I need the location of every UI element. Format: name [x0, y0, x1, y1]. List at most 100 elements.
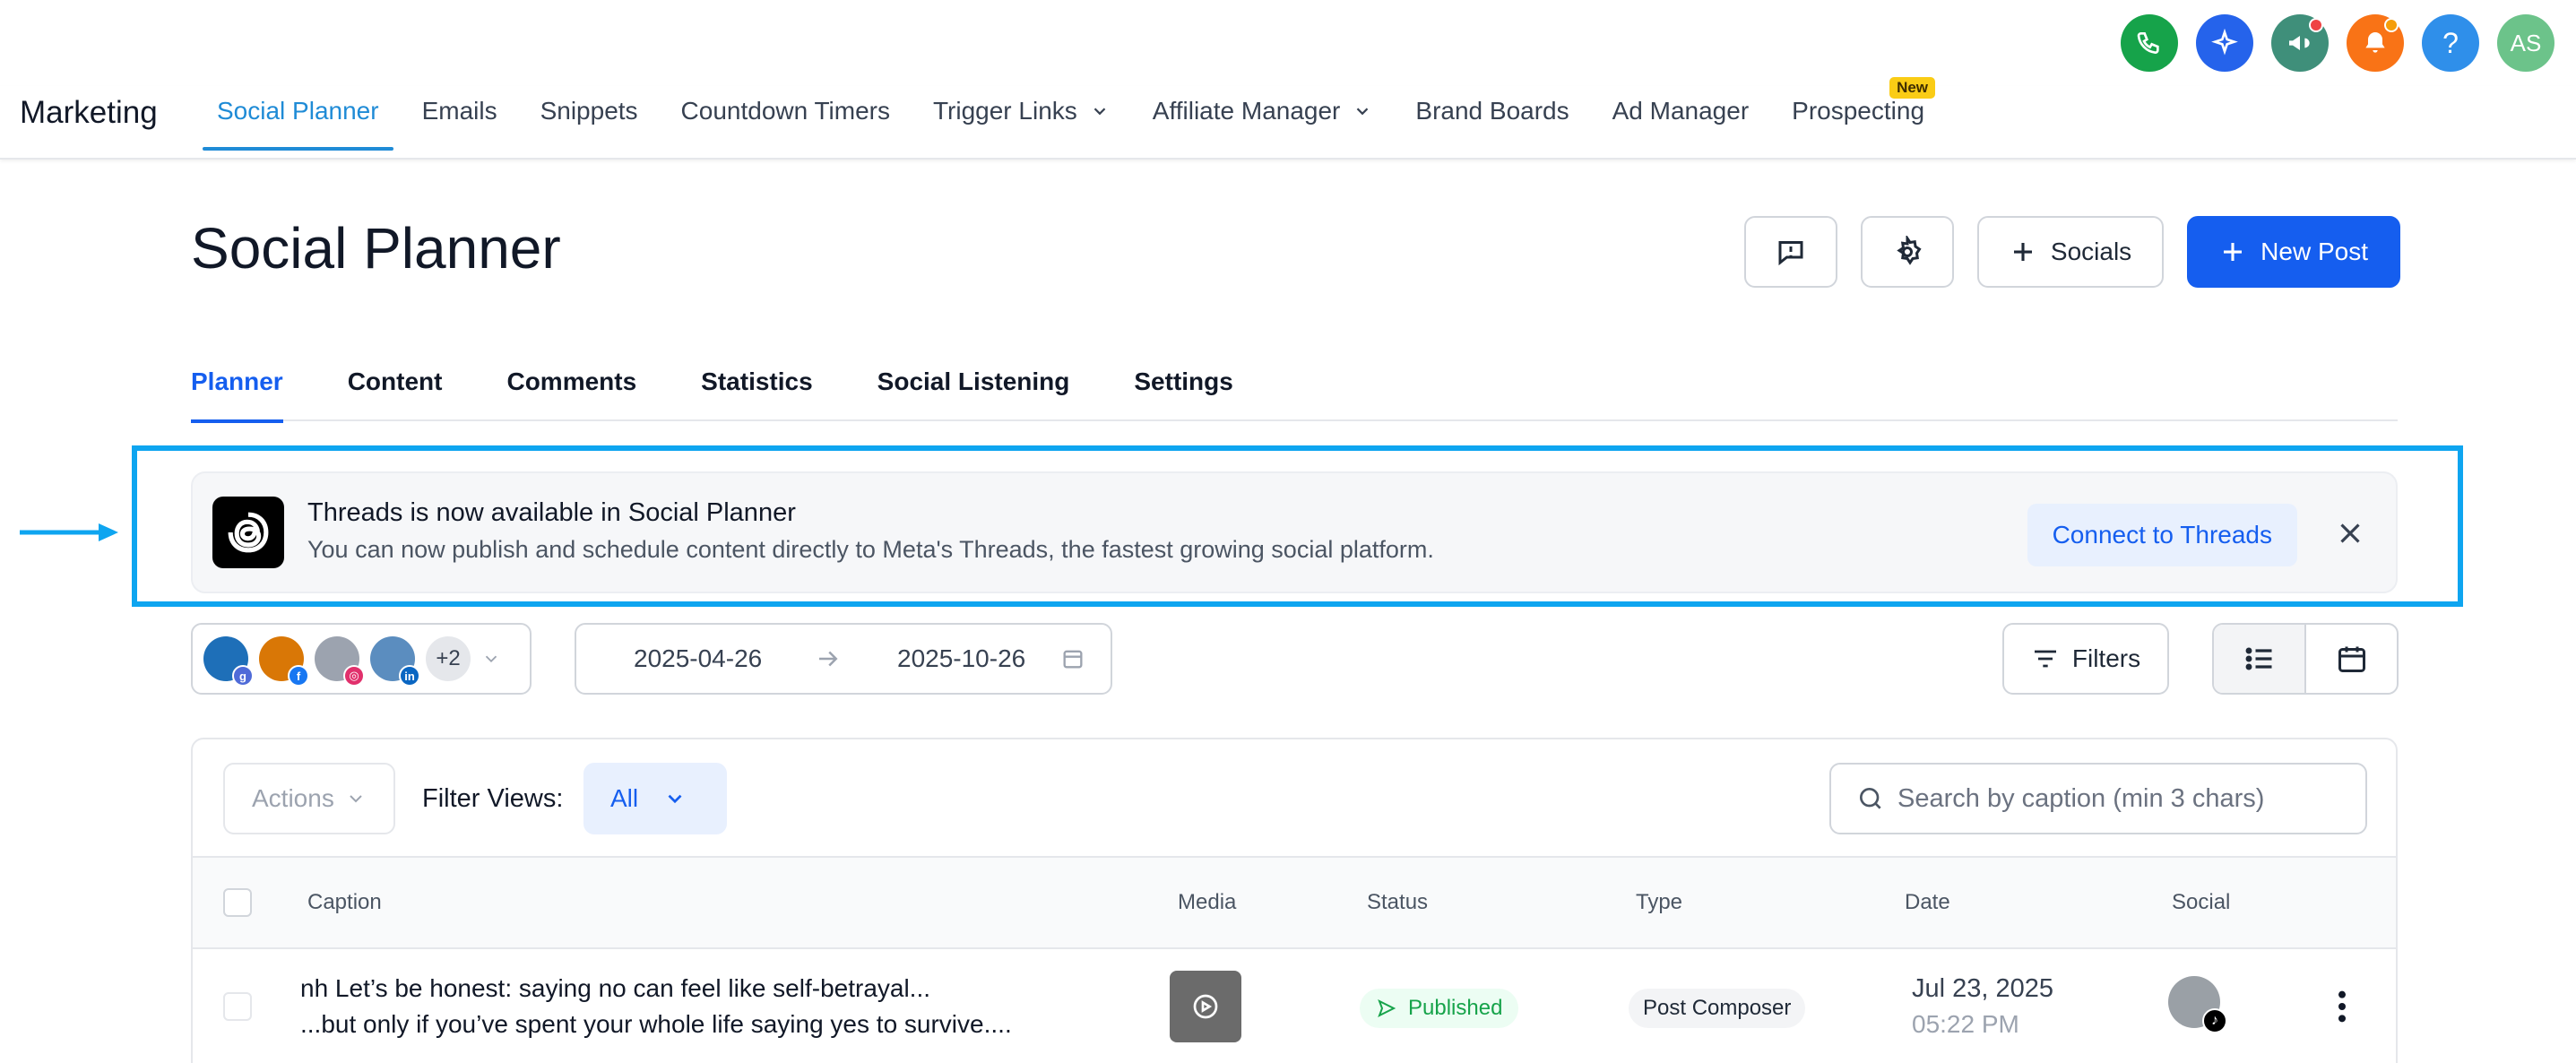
- close-icon[interactable]: [2333, 516, 2367, 550]
- chevron-down-icon: [485, 655, 497, 663]
- header-media: Media: [1178, 890, 1237, 914]
- notification-dot: [2384, 18, 2399, 32]
- nav-affiliate-manager[interactable]: Affiliate Manager: [1138, 75, 1387, 147]
- nav-ad-manager[interactable]: Ad Manager: [1598, 75, 1764, 147]
- caption-line-1: nh Let’s be honest: saying no can feel l…: [300, 974, 931, 1002]
- nav-label: Brand Boards: [1415, 97, 1569, 125]
- nav-social-planner[interactable]: Social Planner: [203, 75, 393, 151]
- table-row[interactable]: nh Let’s be honest: saying no can feel l…: [193, 949, 2396, 1063]
- header-caption[interactable]: Caption: [307, 890, 382, 915]
- tab-settings[interactable]: Settings: [1134, 359, 1232, 421]
- header-status[interactable]: Status: [1367, 890, 1428, 915]
- more-options-icon[interactable]: [2335, 989, 2349, 1024]
- nav-label: Affiliate Manager: [1152, 97, 1341, 125]
- search-input[interactable]: [1897, 783, 2364, 814]
- list-view-button[interactable]: [2214, 625, 2306, 693]
- phone-icon[interactable]: [2121, 14, 2178, 72]
- connect-to-threads-button[interactable]: Connect to Threads: [2027, 504, 2297, 566]
- status-badge: Published: [1360, 989, 1519, 1028]
- nav-trigger-links[interactable]: Trigger Links: [919, 75, 1124, 147]
- add-socials-button[interactable]: Socials: [1976, 216, 2165, 288]
- nav-snippets[interactable]: Snippets: [526, 75, 653, 147]
- account-avatar: f: [259, 636, 309, 687]
- header-type[interactable]: Type: [1636, 890, 1682, 915]
- calendar-icon: [2338, 646, 2365, 672]
- type-badge: Post Composer: [1629, 989, 1806, 1028]
- play-video-icon: [1193, 994, 1218, 1019]
- filter-views-value: All: [610, 784, 639, 812]
- page-actions: Socials New Post: [1743, 216, 2400, 288]
- top-icon-bar: ? AS: [2121, 14, 2554, 72]
- banner-title: Threads is now available in Social Plann…: [307, 498, 796, 527]
- plus-icon: [2224, 243, 2243, 261]
- tiktok-icon: ♪: [2202, 1008, 2227, 1033]
- header-date[interactable]: Date: [1905, 890, 1950, 915]
- instagram-icon: ◎: [343, 665, 365, 687]
- filters-button[interactable]: Filters: [2002, 623, 2169, 695]
- tab-content[interactable]: Content: [348, 359, 443, 421]
- user-avatar[interactable]: AS: [2497, 14, 2554, 72]
- megaphone-icon[interactable]: [2271, 14, 2329, 72]
- filter-views-label: Filter Views:: [422, 784, 564, 813]
- linkedin-icon: in: [399, 665, 420, 687]
- nav-brand-boards[interactable]: Brand Boards: [1401, 75, 1583, 147]
- socials-label: Socials: [2050, 238, 2132, 265]
- filters-label: Filters: [2071, 644, 2141, 672]
- help-symbol: ?: [2442, 26, 2459, 59]
- date-end: 2025-10-26: [897, 644, 1026, 672]
- top-header: Marketing Social Planner Emails Snippets…: [0, 77, 2576, 160]
- nav-prospecting[interactable]: Prospecting New: [1777, 75, 1939, 147]
- chevron-down-icon: [1357, 108, 1369, 116]
- calendar-icon: [1063, 650, 1083, 669]
- bulk-actions-dropdown[interactable]: Actions: [223, 763, 395, 834]
- feedback-button[interactable]: [1743, 216, 1837, 288]
- avatar-initials: AS: [2510, 29, 2542, 56]
- nav-emails[interactable]: Emails: [408, 75, 512, 147]
- tab-statistics[interactable]: Statistics: [701, 359, 813, 421]
- social-account-avatar: ♪: [2168, 976, 2227, 1033]
- nav-countdown-timers[interactable]: Countdown Timers: [667, 75, 904, 147]
- brand-title: Marketing: [20, 95, 158, 130]
- tab-social-listening[interactable]: Social Listening: [877, 359, 1070, 421]
- nav-label: Emails: [421, 97, 497, 125]
- send-icon: [1378, 998, 1396, 1018]
- nav-label: Prospecting: [1792, 97, 1925, 125]
- chevron-down-icon: [350, 795, 362, 803]
- post-time: 05:22 PM: [1912, 1010, 2019, 1038]
- posts-table-card: Actions Filter Views: All Caption Media …: [191, 738, 2398, 1063]
- annotation-arrow: [20, 523, 118, 541]
- tab-planner[interactable]: Planner: [191, 359, 283, 423]
- more-accounts-count: +2: [426, 636, 471, 681]
- threads-banner: Threads is now available in Social Plann…: [191, 471, 2398, 593]
- page-title: Social Planner: [191, 216, 561, 281]
- filter-lines-icon: [2034, 650, 2056, 668]
- account-selector[interactable]: g f ◎ in +2: [191, 623, 532, 695]
- settings-button[interactable]: [1860, 216, 1954, 288]
- header-social: Social: [2172, 890, 2231, 914]
- account-avatar: ◎: [315, 636, 365, 687]
- bell-icon[interactable]: [2347, 14, 2404, 72]
- notification-dot: [2309, 18, 2323, 32]
- caption-search: [1829, 763, 2367, 834]
- date-range-picker[interactable]: 2025-04-26 2025-10-26: [575, 623, 1112, 695]
- filter-views-select[interactable]: All: [583, 763, 727, 834]
- new-post-label: New Post: [2260, 238, 2368, 265]
- help-icon[interactable]: ?: [2422, 14, 2479, 72]
- select-all-checkbox[interactable]: [223, 888, 252, 917]
- tab-comments[interactable]: Comments: [506, 359, 636, 421]
- account-avatar: g: [203, 636, 254, 687]
- status-label: Published: [1408, 996, 1503, 1020]
- search-icon: [1860, 788, 1881, 809]
- banner-text: You can now publish and schedule content…: [307, 536, 1434, 563]
- google-business-icon: g: [232, 665, 254, 687]
- date-start: 2025-04-26: [634, 644, 763, 672]
- main-nav: Social Planner Emails Snippets Countdown…: [203, 77, 1953, 158]
- calendar-view-button[interactable]: [2306, 625, 2397, 693]
- actions-label: Actions: [252, 784, 334, 812]
- ai-sparkle-icon[interactable]: [2196, 14, 2253, 72]
- view-toggle: [2212, 623, 2399, 695]
- media-thumbnail[interactable]: [1170, 971, 1241, 1042]
- new-post-button[interactable]: New Post: [2187, 216, 2400, 288]
- post-date: Jul 23, 2025: [1912, 974, 2054, 1003]
- row-checkbox[interactable]: [223, 992, 252, 1021]
